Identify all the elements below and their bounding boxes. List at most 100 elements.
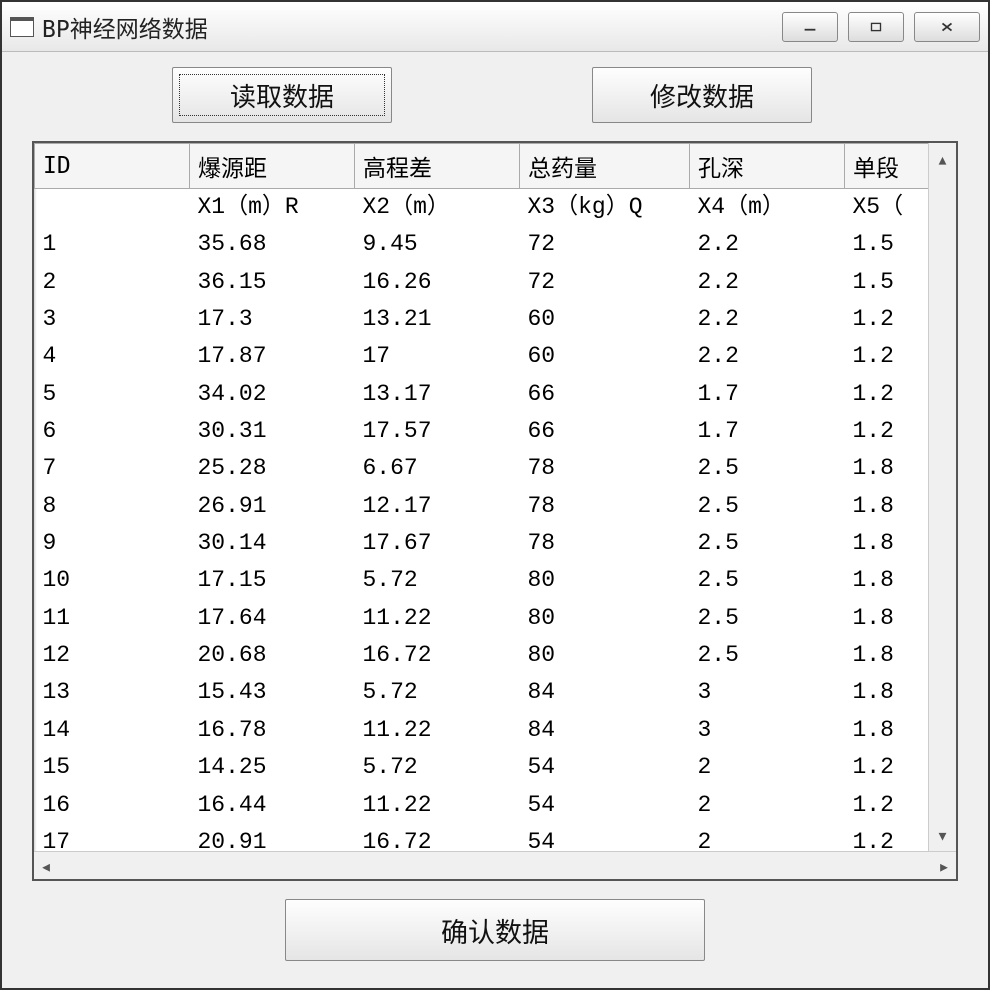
table-cell: 1.2: [845, 824, 929, 851]
table-row[interactable]: 1315.435.728431.8: [35, 674, 929, 711]
table-cell: 1.8: [845, 712, 929, 749]
table-row[interactable]: 534.0213.17661.71.2: [35, 376, 929, 413]
table-cell: 2: [690, 749, 845, 786]
table-row[interactable]: 930.1417.67782.51.8: [35, 525, 929, 562]
table-row[interactable]: 1514.255.725421.2: [35, 749, 929, 786]
table-row[interactable]: X1（m）RX2（m）X3（kg）QX4（m）X5（: [35, 189, 929, 227]
table-row[interactable]: 1017.155.72802.51.8: [35, 562, 929, 599]
table-cell: 60: [520, 338, 690, 375]
table-cell: 4: [35, 338, 190, 375]
table-cell: 1.2: [845, 338, 929, 375]
table-cell: 66: [520, 413, 690, 450]
table-cell: 3: [35, 301, 190, 338]
titlebar-left: BP神经网络数据: [10, 10, 208, 44]
confirm-data-button[interactable]: 确认数据: [285, 899, 705, 961]
table-row[interactable]: 1117.6411.22802.51.8: [35, 600, 929, 637]
table-cell: 20.91: [190, 824, 355, 851]
table-cell: 54: [520, 749, 690, 786]
modify-data-button[interactable]: 修改数据: [592, 67, 812, 123]
table-cell: 54: [520, 824, 690, 851]
horizontal-scrollbar[interactable]: ◂ ▸: [34, 851, 956, 879]
table-row[interactable]: 1720.9116.725421.2: [35, 824, 929, 851]
table-cell: 5.72: [355, 674, 520, 711]
minimize-button[interactable]: [782, 12, 838, 42]
column-header[interactable]: ID: [35, 144, 190, 189]
scroll-up-icon: ▴: [936, 149, 948, 169]
table-cell: 1.2: [845, 749, 929, 786]
client-area: 读取数据 修改数据 ID爆源距高程差总药量孔深单段 X1（m）RX2（m）X3（…: [2, 52, 988, 988]
table-cell: 2: [690, 824, 845, 851]
table-row[interactable]: 317.313.21602.21.2: [35, 301, 929, 338]
table-row[interactable]: 1220.6816.72802.51.8: [35, 637, 929, 674]
table-wrap: ID爆源距高程差总药量孔深单段 X1（m）RX2（m）X3（kg）QX4（m）X…: [34, 143, 956, 851]
table-row[interactable]: 417.8717602.21.2: [35, 338, 929, 375]
table-cell: 60: [520, 301, 690, 338]
table-cell: 1.7: [690, 413, 845, 450]
column-header[interactable]: 爆源距: [190, 144, 355, 189]
table-cell: 17: [35, 824, 190, 851]
table-cell: 54: [520, 787, 690, 824]
table-cell: 16: [35, 787, 190, 824]
table-cell: 11: [35, 600, 190, 637]
table-cell: 66: [520, 376, 690, 413]
table-cell: 15.43: [190, 674, 355, 711]
column-header[interactable]: 总药量: [520, 144, 690, 189]
table-cell: 1.8: [845, 637, 929, 674]
minimize-icon: [801, 20, 819, 34]
column-header[interactable]: 单段: [845, 144, 929, 189]
column-header[interactable]: 孔深: [690, 144, 845, 189]
table-cell: 5.72: [355, 749, 520, 786]
close-button[interactable]: [914, 12, 980, 42]
table-cell: 3: [690, 712, 845, 749]
table-row[interactable]: 236.1516.26722.21.5: [35, 264, 929, 301]
table-cell: 2.5: [690, 637, 845, 674]
table-body: X1（m）RX2（m）X3（kg）QX4（m）X5（135.689.45722.…: [35, 189, 929, 852]
table-row[interactable]: 725.286.67782.51.8: [35, 450, 929, 487]
column-header[interactable]: 高程差: [355, 144, 520, 189]
table-cell: 84: [520, 712, 690, 749]
table-cell: 72: [520, 264, 690, 301]
table-cell: X3（kg）Q: [520, 189, 690, 227]
table-cell: 84: [520, 674, 690, 711]
table-cell: 80: [520, 562, 690, 599]
table-cell: 1.7: [690, 376, 845, 413]
table-row[interactable]: 630.3117.57661.71.2: [35, 413, 929, 450]
read-data-button[interactable]: 读取数据: [172, 67, 392, 123]
window-title: BP神经网络数据: [42, 10, 208, 44]
table-cell: [35, 189, 190, 227]
table-cell: 1.8: [845, 488, 929, 525]
table-cell: 2.2: [690, 226, 845, 263]
table-cell: 1.2: [845, 376, 929, 413]
table-cell: 9: [35, 525, 190, 562]
table-cell: 7: [35, 450, 190, 487]
table-cell: 30.14: [190, 525, 355, 562]
table-row[interactable]: 1616.4411.225421.2: [35, 787, 929, 824]
scroll-right-icon: ▸: [938, 856, 950, 876]
table-row[interactable]: 1416.7811.228431.8: [35, 712, 929, 749]
scroll-left-icon: ◂: [40, 856, 52, 876]
table-cell: 2: [690, 787, 845, 824]
table-cell: 6: [35, 413, 190, 450]
table-cell: 11.22: [355, 787, 520, 824]
table-cell: X1（m）R: [190, 189, 355, 227]
table-row[interactable]: 826.9112.17782.51.8: [35, 488, 929, 525]
table-cell: 13.21: [355, 301, 520, 338]
table-cell: 12.17: [355, 488, 520, 525]
data-table: ID爆源距高程差总药量孔深单段 X1（m）RX2（m）X3（kg）QX4（m）X…: [34, 143, 928, 851]
data-grid[interactable]: ID爆源距高程差总药量孔深单段 X1（m）RX2（m）X3（kg）QX4（m）X…: [32, 141, 958, 881]
close-icon: [938, 20, 956, 34]
table-cell: 9.45: [355, 226, 520, 263]
table-cell: 2.5: [690, 488, 845, 525]
form-icon: [10, 17, 34, 37]
table-cell: 35.68: [190, 226, 355, 263]
maximize-button[interactable]: [848, 12, 904, 42]
table-cell: 1.5: [845, 226, 929, 263]
table-cell: 14: [35, 712, 190, 749]
table-content: ID爆源距高程差总药量孔深单段 X1（m）RX2（m）X3（kg）QX4（m）X…: [34, 143, 928, 851]
table-cell: 2: [35, 264, 190, 301]
table-cell: 13.17: [355, 376, 520, 413]
table-cell: 2.2: [690, 301, 845, 338]
table-cell: 78: [520, 450, 690, 487]
table-row[interactable]: 135.689.45722.21.5: [35, 226, 929, 263]
vertical-scrollbar[interactable]: ▴ ▾: [928, 143, 956, 851]
